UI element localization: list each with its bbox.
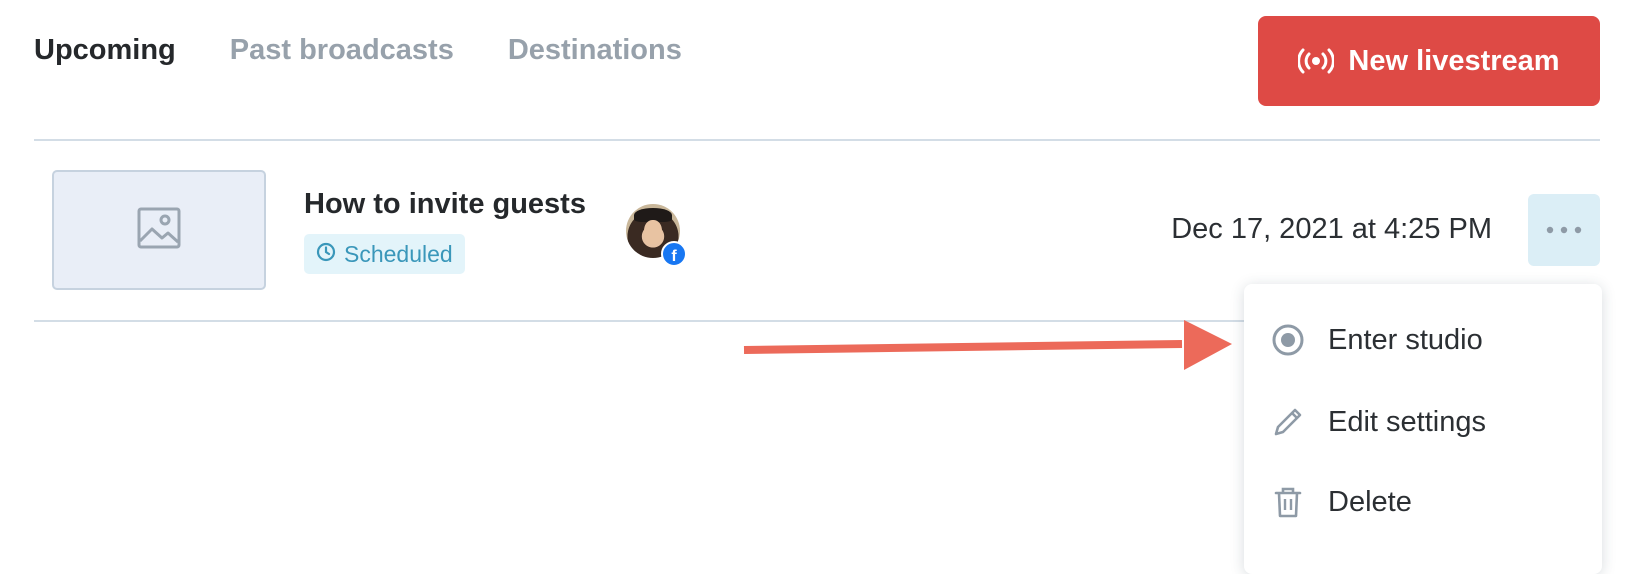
- divider: [34, 139, 1600, 141]
- new-livestream-label: New livestream: [1348, 44, 1560, 77]
- clock-icon: [316, 241, 336, 268]
- menu-item-label: Edit settings: [1328, 405, 1486, 438]
- status-badge: Scheduled: [304, 234, 465, 274]
- broadcast-icon: [1298, 47, 1335, 75]
- tab-upcoming[interactable]: Upcoming: [34, 34, 176, 67]
- status-label: Scheduled: [344, 240, 453, 267]
- annotation-arrow: [742, 318, 1232, 377]
- broadcast-thumbnail[interactable]: [52, 170, 266, 290]
- image-placeholder-icon: [137, 207, 181, 254]
- facebook-icon: f: [661, 241, 687, 267]
- tab-destinations[interactable]: Destinations: [508, 34, 682, 67]
- broadcast-date: Dec 17, 2021 at 4:25 PM: [1171, 213, 1492, 245]
- record-icon: [1270, 322, 1306, 358]
- new-livestream-button[interactable]: New livestream: [1258, 16, 1600, 106]
- broadcast-title[interactable]: How to invite guests: [304, 188, 586, 221]
- options-menu: Enter studio Edit settings Delete: [1244, 284, 1602, 574]
- ellipsis-icon: [1544, 221, 1584, 239]
- menu-item-enter-studio[interactable]: Enter studio: [1270, 322, 1483, 358]
- tab-past-broadcasts[interactable]: Past broadcasts: [230, 34, 454, 67]
- trash-icon: [1270, 484, 1306, 520]
- menu-item-label: Delete: [1328, 485, 1412, 518]
- menu-item-edit-settings[interactable]: Edit settings: [1270, 404, 1486, 440]
- menu-item-delete[interactable]: Delete: [1270, 484, 1412, 520]
- pencil-icon: [1270, 404, 1306, 440]
- menu-item-label: Enter studio: [1328, 323, 1483, 356]
- tab-bar: Upcoming Past broadcasts Destinations: [34, 34, 682, 67]
- more-options-button[interactable]: [1528, 194, 1600, 266]
